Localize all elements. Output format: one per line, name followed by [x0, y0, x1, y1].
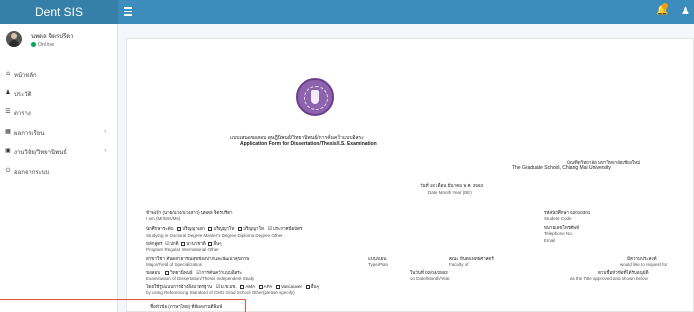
applicant-label-en: I am (Mr/Mrs/Ms) [146, 216, 181, 221]
title-note: ตามชื่อหัวข้อที่ได้รับอนุมัติ [598, 270, 649, 275]
chevron-left-icon: ‹ [104, 147, 107, 154]
sidebar-toggle-icon[interactable] [124, 7, 132, 16]
form-title-english: Application Form for Dissertation/Thesis… [240, 141, 377, 147]
option-thesis: วิทยานิพนธ์ [170, 270, 193, 275]
program-row: หลักสูตร ☑ปกติ นานาชาติ อื่นๆ [146, 240, 222, 247]
online-dot-icon [31, 42, 36, 47]
field-of-study: สาขาวิชา ทันตสาธารณสุขช่องปากและพัฒนาสุข… [146, 256, 250, 261]
citation-english: by using Referencing Standard of CMU Gra… [146, 290, 295, 295]
program-label: หลักสูตร [146, 241, 163, 246]
sidebar-item-label: ผลการเรียน [14, 130, 45, 137]
sidebar-item-logout[interactable]: ⏻ ออกจากระบบ [0, 164, 118, 178]
book-icon: ▣ [5, 147, 11, 154]
user-icon: ♟ [5, 89, 11, 96]
student-code: รหัสนักศึกษา 62010301 [544, 210, 591, 215]
sidebar-item-home[interactable]: ⌂ หน้าหลัก [0, 67, 118, 81]
sidebar-item-schedule[interactable]: ☰ ตาราง [0, 105, 118, 119]
applicant-name: ข้าพเจ้า (นาย/นาง/นางสาว) นพดล จิตรปรีดา [146, 210, 233, 215]
sidebar-item-label: ประวัติ [14, 91, 32, 98]
option-diploma: ประกาศนียบัตร [272, 226, 303, 231]
option-doctoral: ปริญญาเอก [182, 226, 205, 231]
university-seal-logo [296, 78, 334, 116]
sidebar-item-label: ออกจากระบบ [14, 169, 50, 176]
degree-level-row: นักศึกษาระดับ ปริญญาเอก ปริญญาโท ปริญญาโ… [146, 225, 302, 232]
school-name-english: The Graduate School, Chiang Mai Universi… [512, 165, 611, 171]
app-brand[interactable]: Dent SIS [0, 0, 118, 24]
field-label-en: Major/Field of Specialization [146, 262, 203, 267]
checkbox-master-2[interactable] [238, 226, 243, 231]
checkbox-apa[interactable] [258, 284, 263, 289]
phone-label-en: Telephone No. [544, 231, 574, 236]
date-line-english: Date Month Year (BE) [428, 190, 472, 195]
date-line: วันที่ 18 เดือน มีนาคม พ.ศ. 2563 [420, 183, 483, 188]
option-master: ปริญญาโท [213, 226, 235, 231]
user-status: Online [31, 42, 54, 48]
checkbox-international[interactable] [181, 241, 186, 246]
faculty: คณะ ทันตแพทยศาสตร์ [449, 256, 494, 261]
request-label-en: would like to request for [620, 262, 668, 267]
sidebar-item-label: หน้าหลัก [14, 72, 37, 79]
power-icon: ⏻ [5, 167, 11, 174]
home-icon: ⌂ [6, 70, 10, 77]
option-apa: APA [263, 284, 273, 289]
student-code-label-en: Student Code [544, 216, 572, 221]
user-name: นพดล จิตรปรีดา [31, 33, 74, 40]
checkbox-master[interactable] [208, 226, 213, 231]
option-independent-study: การค้นคว้าแบบอิสระ [201, 270, 243, 275]
option-cmu: ม.ช.มช. [220, 284, 237, 289]
program-english: Program Regular International Other [146, 247, 219, 252]
sidebar-item-label: ตาราง [14, 110, 31, 117]
sidebar-item-profile[interactable]: ♟ ประวัติ [0, 86, 118, 100]
user-menu-icon[interactable]: ♟ [681, 6, 690, 17]
checkbox-doctoral[interactable] [177, 226, 182, 231]
faculty-label-en: Faculty of [449, 262, 469, 267]
notification-badge [662, 3, 668, 9]
option-international: นานาชาติ [186, 241, 206, 246]
exam-label: ขอสอบ [146, 270, 161, 275]
option-vancouver: Vancouver [280, 284, 303, 289]
user-status-text: Online [38, 42, 55, 48]
sidebar-item-label: งานวิจัย/วิทยานิพนธ์ [14, 149, 67, 156]
citation-row: โดยใช้รูปแบบการอ้างอิงมาตรฐาน ☑ม.ช.มช. A… [146, 283, 319, 290]
option-ama: AMA [245, 284, 255, 289]
sidebar-item-research[interactable]: ▣ งานวิจัย/วิทยานิพนธ์ ‹ [0, 144, 118, 158]
email-label: Email [544, 238, 556, 243]
plan-label-en: Type/Plan [368, 262, 389, 267]
checkbox-other-citation[interactable] [305, 284, 310, 289]
user-panel: นพดล จิตรปรีดา Online [4, 28, 114, 58]
avatar [6, 31, 22, 47]
citation-label: โดยใช้รูปแบบการอ้างอิงมาตรฐาน [146, 284, 213, 289]
title-note-en: as the Title approved and shown below [570, 276, 648, 281]
option-other-citation: อื่นๆ [310, 284, 319, 289]
exam-date-label-en: on Date/Month/Year [410, 276, 450, 281]
checkbox-other-program[interactable] [208, 241, 213, 246]
option-other-program: อื่นๆ [213, 241, 222, 246]
checkbox-vancouver[interactable] [275, 284, 280, 289]
sidebar-item-grades[interactable]: ▦ ผลการเรียน ‹ [0, 125, 118, 139]
checkbox-thesis[interactable] [165, 270, 170, 275]
chevron-left-icon: ‹ [104, 128, 107, 135]
degree-level-label: นักศึกษาระดับ [146, 226, 174, 231]
option-master-2: ปริญญาโท [243, 226, 264, 231]
table-icon: ☰ [5, 108, 11, 115]
phone-label: หมายเลขโทรศัพท์ [544, 225, 580, 230]
highlight-box [0, 299, 246, 312]
exam-type-english: Examination of Dissertation/Thesis Indep… [146, 276, 255, 281]
degree-level-english: Studying in Doctoral Degree Master's Deg… [146, 233, 283, 238]
request-label: มีความประสงค์ [627, 256, 657, 261]
option-regular: ปกติ [170, 241, 179, 246]
plan-label: แบบ/แผน [368, 256, 387, 261]
calendar-icon: ▦ [5, 128, 11, 135]
exam-type-row: ขอสอบ วิทยานิพนธ์ ☑การค้นคว้าแบบอิสระ [146, 269, 242, 276]
exam-date: ในวันที่ 02/04/2563 [410, 270, 448, 275]
checkbox-ama[interactable] [240, 284, 245, 289]
